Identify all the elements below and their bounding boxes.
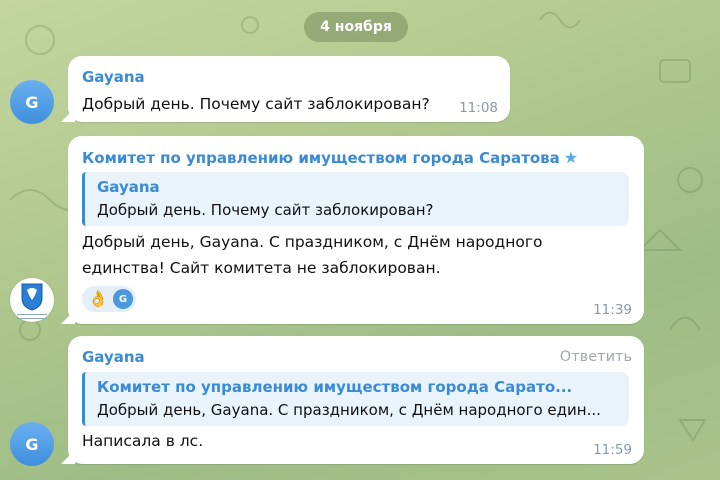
- avatar[interactable]: G: [10, 80, 54, 124]
- reply-quote-text: Добрый день. Почему сайт заблокирован?: [97, 201, 434, 219]
- avatar[interactable]: G: [10, 422, 54, 466]
- reply-quote[interactable]: Gayana Добрый день. Почему сайт заблокир…: [82, 172, 629, 226]
- message-bubble[interactable]: Gayana Ответить Комитет по управлению им…: [61, 336, 644, 464]
- reaction-emoji: 👌: [88, 289, 108, 308]
- message-sender[interactable]: Комитет по управлению имуществом города …: [82, 148, 578, 167]
- bubble-tail: [61, 450, 75, 464]
- reply-button[interactable]: Ответить: [560, 349, 632, 365]
- star-icon: ★: [563, 148, 579, 167]
- message-sender[interactable]: Gayana: [82, 68, 145, 86]
- message-bubble[interactable]: Gayana Добрый день. Почему сайт заблокир…: [61, 56, 510, 122]
- message-text-line-2: единства! Сайт комитета не заблокирован.: [82, 259, 441, 277]
- message-sender[interactable]: Gayana: [82, 348, 145, 366]
- reaction-chip[interactable]: 👌 G: [82, 286, 136, 312]
- reply-quote-sender: Комитет по управлению имуществом города …: [97, 378, 573, 396]
- logo-caption-lines: [17, 313, 47, 319]
- message-text: Добрый день. Почему сайт заблокирован?: [82, 95, 430, 113]
- bubble-tail: [61, 108, 75, 122]
- avatar-letter: G: [25, 434, 39, 454]
- reaction-user-avatar: G: [113, 289, 133, 309]
- message-time: 11:59: [593, 442, 632, 458]
- date-separator: 4 ноября: [304, 12, 408, 42]
- bubble-tail: [61, 310, 75, 324]
- avatar[interactable]: [10, 278, 54, 322]
- message-sender-name: Комитет по управлению имуществом города …: [82, 149, 560, 167]
- reply-quote[interactable]: Комитет по управлению имуществом города …: [82, 372, 629, 426]
- message-time: 11:08: [459, 100, 498, 116]
- message-time: 11:39: [593, 302, 632, 318]
- saratov-coat-of-arms-icon: [21, 283, 43, 311]
- message-bubble[interactable]: Комитет по управлению имуществом города …: [61, 136, 644, 324]
- reply-quote-sender: Gayana: [97, 178, 160, 196]
- message-text-line-1: Добрый день, Gayana. С праздником, с Днё…: [82, 233, 543, 251]
- message-text: Написала в лс.: [82, 432, 204, 450]
- avatar-letter: G: [25, 92, 39, 112]
- reply-quote-text: Добрый день, Gayana. С праздником, с Днё…: [97, 401, 601, 419]
